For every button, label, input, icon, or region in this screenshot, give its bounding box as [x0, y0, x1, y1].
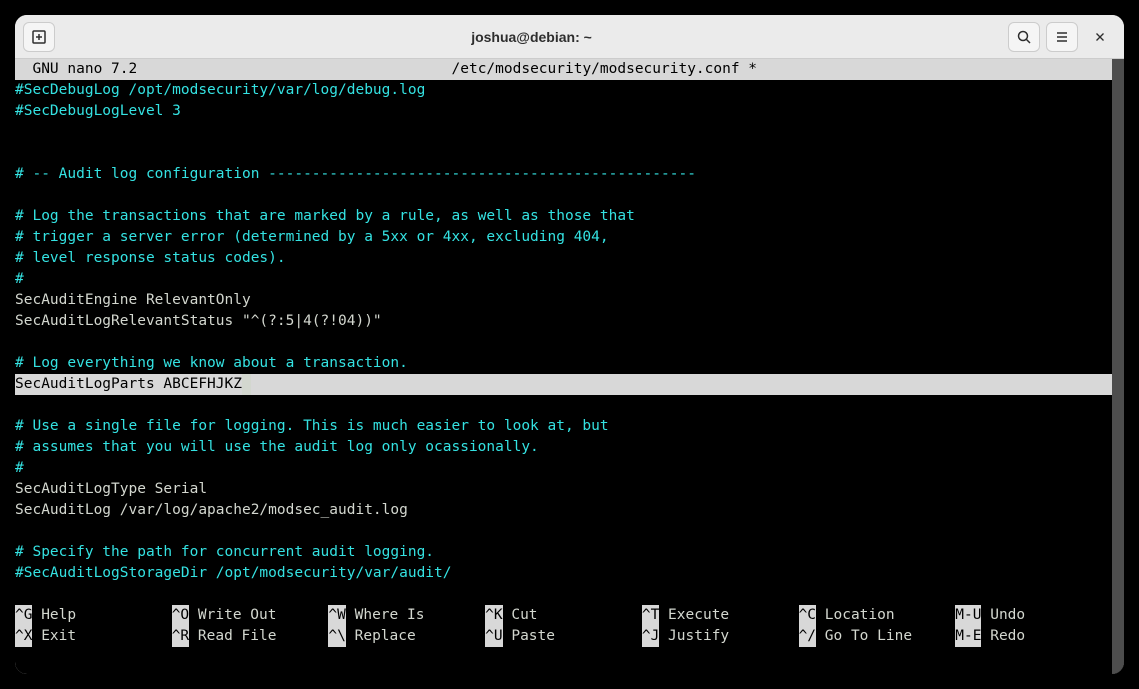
- code-line: # Specify the path for concurrent audit …: [15, 542, 1112, 563]
- shortcut-justify: ^J Justify: [642, 626, 799, 647]
- code-line: # -- Audit log configuration -----------…: [15, 164, 1112, 185]
- shortcut-label: Execute: [659, 605, 729, 626]
- shortcut-key: ^\: [328, 626, 345, 647]
- shortcut-label: Undo: [981, 605, 1025, 626]
- shortcut-readfile: ^R Read File: [172, 626, 329, 647]
- shortcut-paste: ^U Paste: [485, 626, 642, 647]
- shortcut-whereis: ^W Where Is: [328, 605, 485, 626]
- code-line: # Log everything we know about a transac…: [15, 353, 1112, 374]
- terminal-window: joshua@debian: ~ GNU nano 7.2 /etc/modse…: [15, 15, 1124, 674]
- shortcut-key: ^O: [172, 605, 189, 626]
- shortcut-label: Read File: [189, 626, 276, 647]
- shortcut-key: M-E: [955, 626, 981, 647]
- shortcut-exit: ^X Exit: [15, 626, 172, 647]
- shortcut-redo: M-E Redo: [955, 626, 1112, 647]
- shortcut-key: ^C: [799, 605, 816, 626]
- shortcut-label: Where Is: [346, 605, 425, 626]
- shortcut-label: Write Out: [189, 605, 276, 626]
- cursor: [242, 374, 251, 395]
- search-icon: [1016, 29, 1032, 45]
- shortcut-label: Location: [816, 605, 895, 626]
- code-line: #SecDebugLog /opt/modsecurity/var/log/de…: [15, 80, 1112, 101]
- menu-button[interactable]: [1046, 22, 1078, 52]
- code-line: # Use a single file for logging. This is…: [15, 416, 1112, 437]
- code-line: #: [15, 458, 1112, 479]
- shortcut-label: Paste: [503, 626, 555, 647]
- blank-line: [15, 122, 1112, 143]
- code-line: SecAuditLogType Serial: [15, 479, 1112, 500]
- nano-filename: /etc/modsecurity/modsecurity.conf *: [452, 61, 758, 77]
- shortcut-label: Cut: [503, 605, 538, 626]
- code-line: #SecDebugLogLevel 3: [15, 101, 1112, 122]
- shortcut-help: ^G Help: [15, 605, 172, 626]
- code-line: SecAuditLog /var/log/apache2/modsec_audi…: [15, 500, 1112, 521]
- blank-line: [15, 185, 1112, 206]
- shortcut-key: ^R: [172, 626, 189, 647]
- shortcut-location: ^C Location: [799, 605, 956, 626]
- code-line: #SecAuditLogStorageDir /opt/modsecurity/…: [15, 563, 1112, 584]
- code-line: # trigger a server error (determined by …: [15, 227, 1112, 248]
- shortcut-label: Justify: [659, 626, 729, 647]
- new-tab-button[interactable]: [23, 22, 55, 52]
- blank-line: [15, 584, 1112, 605]
- terminal-content: GNU nano 7.2 /etc/modsecurity/modsecurit…: [15, 59, 1112, 674]
- nano-shortcuts: ^G Help ^O Write Out ^W Where Is ^K Cut …: [15, 605, 1112, 647]
- shortcut-key: ^K: [485, 605, 502, 626]
- terminal-area[interactable]: GNU nano 7.2 /etc/modsecurity/modsecurit…: [15, 59, 1124, 674]
- shortcut-gotoline: ^/ Go To Line: [799, 626, 956, 647]
- shortcut-replace: ^\ Replace: [328, 626, 485, 647]
- shortcut-writeout: ^O Write Out: [172, 605, 329, 626]
- nano-version: GNU nano 7.2: [15, 61, 137, 77]
- shortcut-label: Exit: [32, 626, 76, 647]
- hamburger-icon: [1054, 29, 1070, 45]
- code-line: SecAuditEngine RelevantOnly: [15, 290, 1112, 311]
- shortcut-key: ^U: [485, 626, 502, 647]
- code-line: #: [15, 269, 1112, 290]
- blank-line: [15, 143, 1112, 164]
- shortcut-key: ^/: [799, 626, 816, 647]
- titlebar: joshua@debian: ~: [15, 15, 1124, 59]
- code-line: # level response status codes).: [15, 248, 1112, 269]
- shortcut-label: Help: [32, 605, 76, 626]
- blank-line: [15, 395, 1112, 416]
- blank-line: [15, 521, 1112, 542]
- shortcut-key: ^G: [15, 605, 32, 626]
- blank-line: [15, 332, 1112, 353]
- scrollbar[interactable]: [1112, 59, 1124, 674]
- code-line: # Log the transactions that are marked b…: [15, 206, 1112, 227]
- nano-header: GNU nano 7.2 /etc/modsecurity/modsecurit…: [15, 59, 1112, 80]
- search-button[interactable]: [1008, 22, 1040, 52]
- shortcut-execute: ^T Execute: [642, 605, 799, 626]
- window-title: joshua@debian: ~: [55, 29, 1008, 45]
- shortcut-key: ^W: [328, 605, 345, 626]
- shortcut-key: ^T: [642, 605, 659, 626]
- shortcut-label: Replace: [346, 626, 416, 647]
- scrollbar-thumb[interactable]: [1112, 59, 1124, 69]
- shortcut-key: ^J: [642, 626, 659, 647]
- cursor-line: SecAuditLogParts ABCEFHJKZ: [15, 374, 1112, 395]
- close-button[interactable]: [1084, 22, 1116, 52]
- close-icon: [1093, 30, 1107, 44]
- shortcut-label: Go To Line: [816, 626, 912, 647]
- code-text: SecAuditLogParts ABCEFHJKZ: [15, 376, 242, 392]
- shortcut-cut: ^K Cut: [485, 605, 642, 626]
- shortcut-label: Redo: [981, 626, 1025, 647]
- code-line: # assumes that you will use the audit lo…: [15, 437, 1112, 458]
- code-line: SecAuditLogRelevantStatus "^(?:5|4(?!04)…: [15, 311, 1112, 332]
- shortcut-key: ^X: [15, 626, 32, 647]
- shortcut-undo: M-U Undo: [955, 605, 1112, 626]
- plus-icon: [31, 29, 47, 45]
- shortcut-key: M-U: [955, 605, 981, 626]
